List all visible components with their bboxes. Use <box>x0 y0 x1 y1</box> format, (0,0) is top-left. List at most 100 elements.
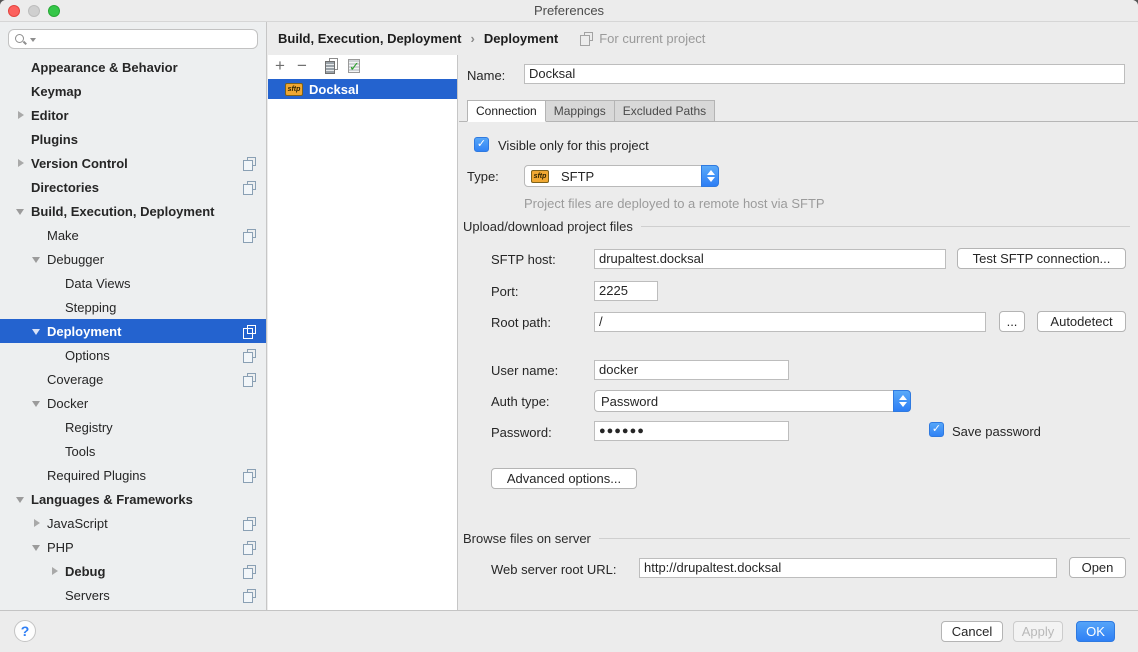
deployment-form: Name: Docksal ConnectionMappingsExcluded… <box>459 55 1138 610</box>
sidebar-item-build-execution-deployment[interactable]: Build, Execution, Deployment <box>0 199 266 223</box>
password-field[interactable]: ●●●●●● <box>594 421 789 441</box>
test-sftp-connection-button[interactable]: Test SFTP connection... <box>957 248 1126 269</box>
sidebar-item-options[interactable]: Options <box>0 343 266 367</box>
project-scope-icon <box>243 373 256 386</box>
sidebar-item-version-control[interactable]: Version Control <box>0 151 266 175</box>
project-scope-icon <box>243 157 256 170</box>
scope-indicator: For current project <box>580 31 705 46</box>
tab-mappings[interactable]: Mappings <box>546 100 615 122</box>
web-root-field[interactable]: http://drupaltest.docksal <box>639 558 1057 578</box>
name-field[interactable]: Docksal <box>524 64 1125 84</box>
copy-server-icon[interactable] <box>324 58 346 76</box>
sidebar-item-label: Stepping <box>65 300 116 315</box>
root-path-field[interactable]: / <box>594 312 986 332</box>
upload-section-header: Upload/download project files <box>463 219 1130 234</box>
auth-type-dropdown[interactable]: Password <box>594 390 911 412</box>
sidebar-item-php[interactable]: PHP <box>0 535 266 559</box>
browse-section-header: Browse files on server <box>463 531 1130 546</box>
sftp-host-label: SFTP host: <box>491 252 556 267</box>
sftp-icon: sftp <box>285 83 303 96</box>
chevron-down-icon[interactable] <box>30 247 44 271</box>
sidebar-item-make[interactable]: Make <box>0 223 266 247</box>
chevron-right-icon[interactable] <box>30 511 44 535</box>
sidebar-item-registry[interactable]: Registry <box>0 415 266 439</box>
sidebar-item-directories[interactable]: Directories <box>0 175 266 199</box>
chevron-down-icon[interactable] <box>30 319 44 343</box>
sftp-host-field[interactable]: drupaltest.docksal <box>594 249 946 269</box>
sidebar-item-stepping[interactable]: Stepping <box>0 295 266 319</box>
type-label: Type: <box>467 169 499 184</box>
type-dropdown[interactable]: sftp SFTP <box>524 165 719 187</box>
tab-connection[interactable]: Connection <box>467 100 546 122</box>
chevron-down-icon[interactable] <box>30 391 44 415</box>
user-name-field[interactable]: docker <box>594 360 789 380</box>
browse-section-title: Browse files on server <box>463 531 591 546</box>
sidebar-item-keymap[interactable]: Keymap <box>0 79 266 103</box>
chevron-right-icon[interactable] <box>14 103 28 127</box>
visible-only-checkbox[interactable]: ✓ <box>474 137 489 152</box>
chevron-down-icon[interactable] <box>30 535 44 559</box>
sidebar-item-languages-frameworks[interactable]: Languages & Frameworks <box>0 487 266 511</box>
chevron-down-icon[interactable] <box>14 199 28 223</box>
project-scope-icon <box>243 565 256 578</box>
type-value: SFTP <box>561 169 594 184</box>
add-server-icon[interactable]: + <box>275 58 297 76</box>
spacer <box>48 271 62 295</box>
search-input[interactable] <box>8 29 258 49</box>
ok-button[interactable]: OK <box>1076 621 1115 642</box>
save-password-label: Save password <box>952 424 1041 439</box>
save-password-checkbox[interactable]: ✓ <box>929 422 944 437</box>
browse-root-path-button[interactable]: ... <box>999 311 1025 332</box>
password-label: Password: <box>491 425 552 440</box>
scope-label: For current project <box>599 31 705 46</box>
server-list-item-docksal[interactable]: sftp Docksal <box>268 79 457 99</box>
sidebar-item-label: Coverage <box>47 372 103 387</box>
settings-tree: Appearance & BehaviorKeymapEditorPlugins… <box>0 55 266 610</box>
sidebar-item-docker[interactable]: Docker <box>0 391 266 415</box>
sidebar-item-label: Languages & Frameworks <box>31 492 193 507</box>
auth-type-value: Password <box>601 394 658 409</box>
sidebar-item-label: Build, Execution, Deployment <box>31 204 214 219</box>
spacer <box>48 583 62 607</box>
sidebar-item-coverage[interactable]: Coverage <box>0 367 266 391</box>
autodetect-button[interactable]: Autodetect <box>1037 311 1126 332</box>
remove-server-icon[interactable]: − <box>297 58 319 76</box>
sidebar-item-plugins[interactable]: Plugins <box>0 127 266 151</box>
sidebar-item-editor[interactable]: Editor <box>0 103 266 127</box>
sidebar-item-label: Servers <box>65 588 110 603</box>
sidebar-item-tools[interactable]: Tools <box>0 439 266 463</box>
port-field[interactable]: 2225 <box>594 281 658 301</box>
spacer <box>14 175 28 199</box>
sidebar-item-servers[interactable]: Servers <box>0 583 266 607</box>
sidebar-item-debug[interactable]: Debug <box>0 559 266 583</box>
help-button[interactable]: ? <box>14 620 36 642</box>
sidebar-item-javascript[interactable]: JavaScript <box>0 511 266 535</box>
sidebar-item-label: PHP <box>47 540 74 555</box>
spacer <box>30 367 44 391</box>
project-scope-icon <box>243 541 256 554</box>
root-path-label: Root path: <box>491 315 551 330</box>
search-options-caret-icon[interactable] <box>30 38 36 42</box>
spacer <box>48 439 62 463</box>
chevron-right-icon[interactable] <box>14 151 28 175</box>
tab-excluded-paths[interactable]: Excluded Paths <box>615 100 715 122</box>
port-label: Port: <box>491 284 518 299</box>
cancel-button[interactable]: Cancel <box>941 621 1003 642</box>
breadcrumb-separator: › <box>470 31 474 46</box>
breadcrumb-parent[interactable]: Build, Execution, Deployment <box>278 31 461 46</box>
sidebar-item-data-views[interactable]: Data Views <box>0 271 266 295</box>
sidebar-item-deployment[interactable]: Deployment <box>0 319 266 343</box>
auth-type-label: Auth type: <box>491 394 550 409</box>
server-name-label: Docksal <box>309 82 359 97</box>
use-as-default-icon[interactable] <box>346 58 368 76</box>
chevron-down-icon[interactable] <box>14 487 28 511</box>
chevron-right-icon[interactable] <box>48 559 62 583</box>
sidebar-item-label: Required Plugins <box>47 468 146 483</box>
open-url-button[interactable]: Open <box>1069 557 1126 578</box>
section-divider <box>599 538 1130 539</box>
project-scope-icon <box>243 469 256 482</box>
advanced-options-button[interactable]: Advanced options... <box>491 468 637 489</box>
sidebar-item-required-plugins[interactable]: Required Plugins <box>0 463 266 487</box>
sidebar-item-debugger[interactable]: Debugger <box>0 247 266 271</box>
sidebar-item-appearance-behavior[interactable]: Appearance & Behavior <box>0 55 266 79</box>
